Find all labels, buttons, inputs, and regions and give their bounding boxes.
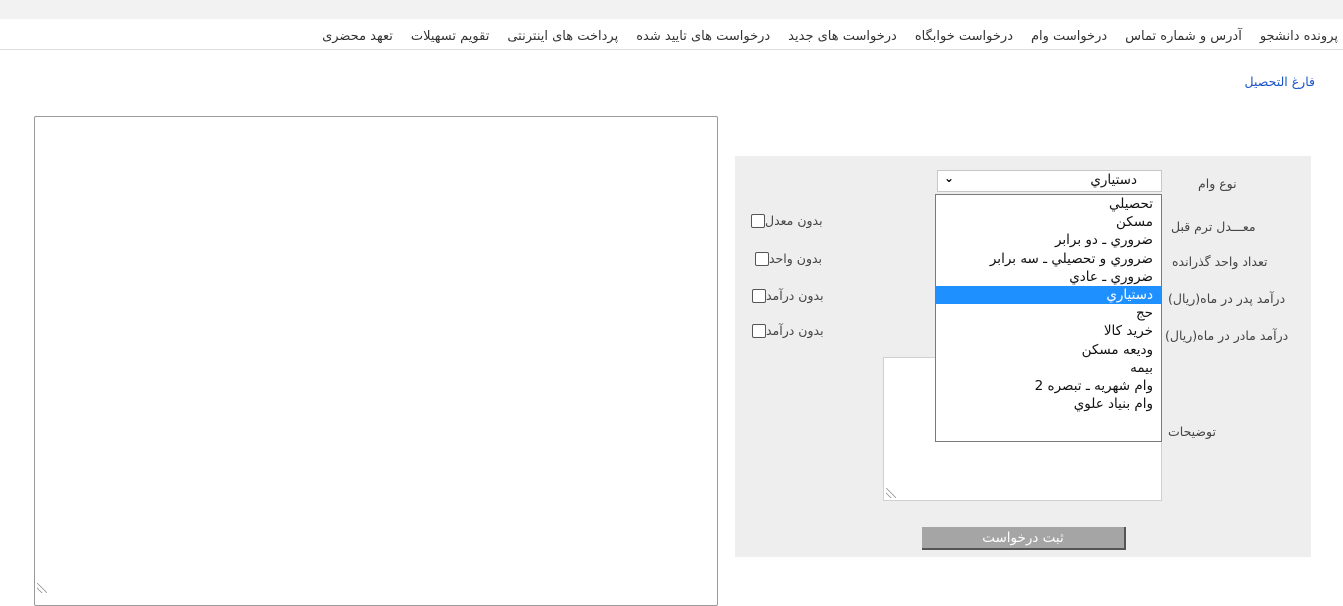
loan-type-option[interactable]: ضروري ـ عادي <box>936 268 1161 286</box>
loan-type-option[interactable]: خريد كالا <box>936 322 1161 340</box>
nav-student-file[interactable]: پرونده دانشجو <box>1251 27 1343 47</box>
mother-income-label: درآمد مادر در ماه(ریال) <box>1165 328 1289 343</box>
no-mother-income-label: بدون درآمد <box>766 323 824 338</box>
loan-type-option[interactable]: مسكن <box>936 213 1161 231</box>
gpa-label: معـــدل ترم قبل <box>1171 219 1256 234</box>
no-father-income-label: بدون درآمد <box>766 288 824 303</box>
info-textarea[interactable] <box>34 116 718 606</box>
loan-type-option[interactable]: بيمه <box>936 359 1161 377</box>
loan-type-option[interactable]: ضروري و تحصيلي ـ سه برابر <box>936 250 1161 268</box>
top-nav: پرونده دانشجو آدرس و شماره تماس درخواست … <box>0 24 1343 50</box>
no-units-label: بدون واحد <box>769 251 823 266</box>
loan-type-option[interactable]: دستياري <box>936 285 1161 305</box>
no-gpa-option[interactable]: بدون معدل <box>749 213 823 228</box>
loan-type-selected-value: دستياري <box>1090 172 1137 188</box>
no-gpa-label: بدون معدل <box>765 213 823 228</box>
loan-type-option[interactable]: وام بنياد علوي <box>936 395 1161 413</box>
nav-dorm-request[interactable]: درخواست خوابگاه <box>906 27 1022 47</box>
nav-facilities-calendar[interactable]: تقویم تسهیلات <box>402 27 498 47</box>
no-units-checkbox[interactable] <box>755 251 769 266</box>
submit-request-button[interactable]: ثبت درخواست <box>922 527 1126 550</box>
no-gpa-checkbox[interactable] <box>751 213 765 228</box>
loan-type-option[interactable]: وديعه مسكن <box>936 341 1161 359</box>
no-units-option[interactable]: بدون واحد <box>753 251 822 266</box>
resize-grip-icon[interactable] <box>37 583 47 593</box>
nav-new-requests[interactable]: درخواست های جدید <box>779 27 906 47</box>
chevron-down-icon: ⌄ <box>944 171 955 185</box>
nav-approved-requests[interactable]: درخواست های تایید شده <box>627 27 779 47</box>
top-strip <box>0 0 1343 19</box>
graduated-link[interactable]: فارغ التحصیل <box>1245 74 1315 89</box>
nav-loan-request[interactable]: درخواست وام <box>1022 27 1116 47</box>
nav-notary-commitment[interactable]: تعهد محضری <box>313 27 402 47</box>
loan-type-option[interactable]: تحصيلي <box>936 195 1161 213</box>
no-father-income-option[interactable]: بدون درآمد <box>750 288 824 303</box>
loan-type-dropdown-list: تحصيلي مسكن ضروري ـ دو برابر ضروري و تحصيلي… <box>935 194 1162 442</box>
loan-type-select[interactable]: دستياري ⌄ <box>937 170 1162 192</box>
nav-address-phone[interactable]: آدرس و شماره تماس <box>1116 27 1251 47</box>
units-label: تعداد واحد گذرانده <box>1172 254 1268 269</box>
description-label: توضیحات <box>1168 424 1216 439</box>
no-mother-income-checkbox[interactable] <box>752 323 766 338</box>
no-mother-income-option[interactable]: بدون درآمد <box>750 323 824 338</box>
loan-type-option[interactable]: ضروري ـ دو برابر <box>936 231 1161 249</box>
resize-grip-icon[interactable] <box>886 488 896 498</box>
loan-type-label: نوع وام <box>1198 176 1237 191</box>
father-income-label: درآمد پدر در ماه(ریال) <box>1168 291 1286 306</box>
loan-type-option[interactable]: حج <box>936 304 1161 322</box>
no-father-income-checkbox[interactable] <box>752 288 766 303</box>
nav-online-payments[interactable]: پرداخت های اینترنتی <box>498 27 627 47</box>
loan-type-option[interactable]: وام شهريه ـ تبصره 2 <box>936 377 1161 395</box>
